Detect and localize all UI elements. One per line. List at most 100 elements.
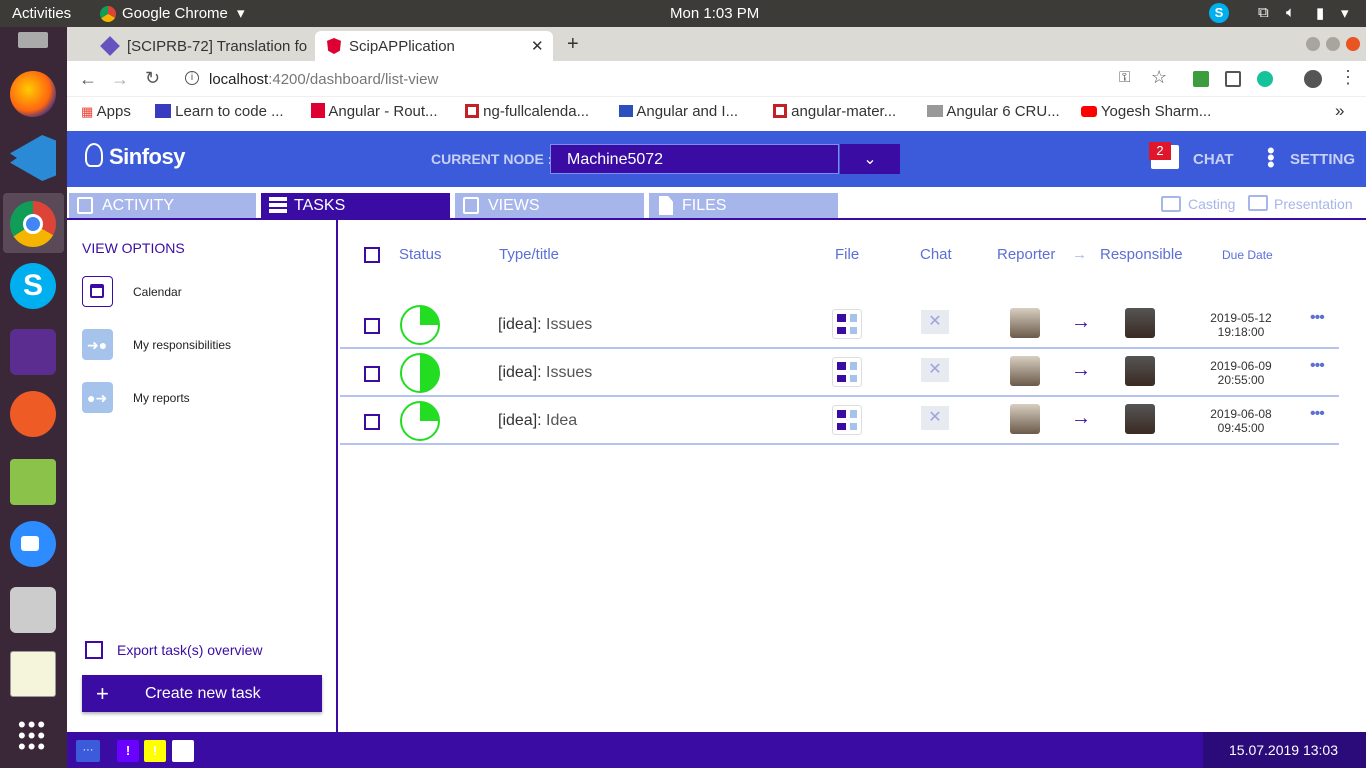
close-tab-icon[interactable]: ✕	[531, 37, 544, 55]
row-more-icon[interactable]: •••	[1310, 357, 1325, 375]
responsible-avatar[interactable]	[1125, 308, 1155, 338]
due-date-header[interactable]: Due Date	[1222, 248, 1273, 262]
maximize-icon[interactable]	[1326, 37, 1340, 51]
visual-studio-icon[interactable]	[10, 329, 56, 375]
my-responsibilities-label[interactable]: My responsibilities	[133, 338, 231, 352]
battery-icon[interactable]: ▮	[1316, 4, 1324, 22]
bookmark-item[interactable]: ng-fullcalenda...	[465, 103, 589, 120]
reporter-avatar[interactable]	[1010, 356, 1040, 386]
file-attachments-icon[interactable]	[832, 357, 862, 387]
row-more-icon[interactable]: •••	[1310, 309, 1325, 327]
browser-tab-active[interactable]: ScipAPPlication ✕	[315, 31, 553, 61]
bookmark-star-icon[interactable]: ☆	[1151, 67, 1167, 88]
export-icon[interactable]	[85, 641, 103, 659]
postman-icon[interactable]	[10, 391, 56, 437]
app-menu[interactable]: Google Chrome	[122, 5, 228, 22]
vscode-icon[interactable]	[10, 135, 56, 181]
alert-badge-purple[interactable]: !	[117, 740, 139, 762]
my-reports-label[interactable]: My reports	[133, 391, 190, 405]
profile-icon[interactable]	[1304, 70, 1322, 88]
camera-icon[interactable]	[10, 587, 56, 633]
kebab-menu-icon[interactable]: • • •	[1267, 140, 1275, 176]
skype-icon[interactable]: S	[10, 263, 56, 309]
chevron-down-icon[interactable]: ▾	[237, 4, 245, 22]
file-header[interactable]: File	[835, 246, 859, 263]
reload-icon[interactable]: ↻	[145, 68, 160, 89]
my-reports-option[interactable]: ●➜	[82, 382, 113, 413]
browser-tab[interactable]: [SCIPRB-72] Translation fo	[83, 31, 315, 61]
row-checkbox[interactable]	[364, 318, 380, 334]
system-menu-icon[interactable]: ▾	[1341, 4, 1349, 22]
calendar-label[interactable]: Calendar	[133, 285, 182, 299]
table-row[interactable]: [idea]: Issues ✕ → 2019-06-09 20:55:00 ••…	[340, 349, 1339, 397]
type-title-header[interactable]: Type/title	[499, 246, 559, 263]
task-title[interactable]: [idea]: Issues	[498, 316, 592, 334]
reporter-avatar[interactable]	[1010, 308, 1040, 338]
chevron-down-icon[interactable]: ⌄	[840, 144, 900, 174]
chat-header[interactable]: Chat	[920, 246, 952, 263]
no-chat-icon[interactable]: ✕	[921, 310, 949, 334]
activities-button[interactable]: Activities	[12, 5, 71, 22]
text-editor-icon[interactable]	[10, 459, 56, 505]
file-attachments-icon[interactable]	[832, 309, 862, 339]
row-checkbox[interactable]	[364, 366, 380, 382]
file-attachments-icon[interactable]	[832, 405, 862, 435]
presentation-button[interactable]: Presentation	[1274, 196, 1353, 212]
status-header[interactable]: Status	[399, 246, 442, 263]
my-responsibilities-option[interactable]: ➜●	[82, 329, 113, 360]
table-row[interactable]: [idea]: Issues ✕ → 2019-05-12 19:18:00 ••…	[340, 301, 1339, 349]
chat-button[interactable]: CHAT	[1193, 151, 1234, 168]
alert-badge-white[interactable]	[172, 740, 194, 762]
casting-button[interactable]: Casting	[1188, 196, 1235, 212]
task-title[interactable]: [idea]: Idea	[498, 412, 577, 430]
create-task-button[interactable]: + Create new task	[82, 675, 322, 712]
info-icon[interactable]: i	[185, 71, 199, 85]
cors-extension-icon[interactable]	[1193, 71, 1209, 87]
no-chat-icon[interactable]: ✕	[921, 406, 949, 430]
chrome-dock-icon[interactable]	[10, 201, 56, 247]
bookmark-item[interactable]: Yogesh Sharm...	[1081, 103, 1211, 120]
export-link[interactable]: Export task(s) overview	[117, 642, 262, 658]
notepad-icon[interactable]	[10, 651, 56, 697]
show-apps-icon[interactable]: ••• ••• •••	[18, 714, 50, 758]
zoom-icon[interactable]	[10, 521, 56, 567]
extension-icon[interactable]	[1225, 71, 1241, 87]
firefox-icon[interactable]	[10, 71, 56, 117]
bookmark-item[interactable]: Angular - Rout...	[311, 103, 438, 120]
row-more-icon[interactable]: •••	[1310, 405, 1325, 423]
skype-tray-icon[interactable]: S	[1209, 3, 1229, 23]
tab-files[interactable]: FILES	[649, 193, 838, 218]
select-all-checkbox[interactable]	[364, 247, 380, 263]
reporter-header[interactable]: Reporter	[997, 246, 1055, 263]
responsible-header[interactable]: Responsible	[1100, 246, 1183, 263]
current-node-select[interactable]: Machine5072	[550, 144, 839, 174]
reporter-avatar[interactable]	[1010, 404, 1040, 434]
tab-views[interactable]: VIEWS	[455, 193, 644, 218]
more-button[interactable]: ···	[76, 740, 100, 762]
responsible-avatar[interactable]	[1125, 404, 1155, 434]
task-title[interactable]: [idea]: Issues	[498, 364, 592, 382]
bookmark-apps[interactable]: ▦ Apps	[81, 103, 131, 120]
app-logo[interactable]: Sinfosy	[109, 144, 185, 170]
network-icon[interactable]: ⧉	[1258, 4, 1269, 21]
grammarly-icon[interactable]	[1257, 71, 1273, 87]
forward-icon[interactable]: →	[111, 69, 129, 90]
back-icon[interactable]: ←	[79, 69, 97, 90]
menu-icon[interactable]: ⋮	[1339, 67, 1357, 88]
bookmark-item[interactable]: Angular 6 CRU...	[927, 103, 1060, 120]
minimize-icon[interactable]	[1306, 37, 1320, 51]
responsible-avatar[interactable]	[1125, 356, 1155, 386]
key-icon[interactable]: ⚿	[1119, 69, 1130, 86]
calendar-option[interactable]	[82, 276, 113, 307]
volume-icon[interactable]: 🔈︎	[1286, 4, 1295, 21]
alert-badge-yellow[interactable]: !	[144, 740, 166, 762]
bookmark-item[interactable]: Learn to code ...	[155, 103, 284, 120]
setting-button[interactable]: SETTING	[1290, 151, 1355, 168]
table-row[interactable]: [idea]: Idea ✕ → 2019-06-08 09:45:00 •••	[340, 397, 1339, 445]
no-chat-icon[interactable]: ✕	[921, 358, 949, 382]
bookmark-item[interactable]: Angular and I...	[619, 103, 738, 120]
address-bar[interactable]: localhost:4200/dashboard/list-view	[209, 71, 438, 88]
row-checkbox[interactable]	[364, 414, 380, 430]
new-tab-icon[interactable]: +	[567, 33, 579, 56]
bookmark-item[interactable]: angular-mater...	[773, 103, 896, 120]
